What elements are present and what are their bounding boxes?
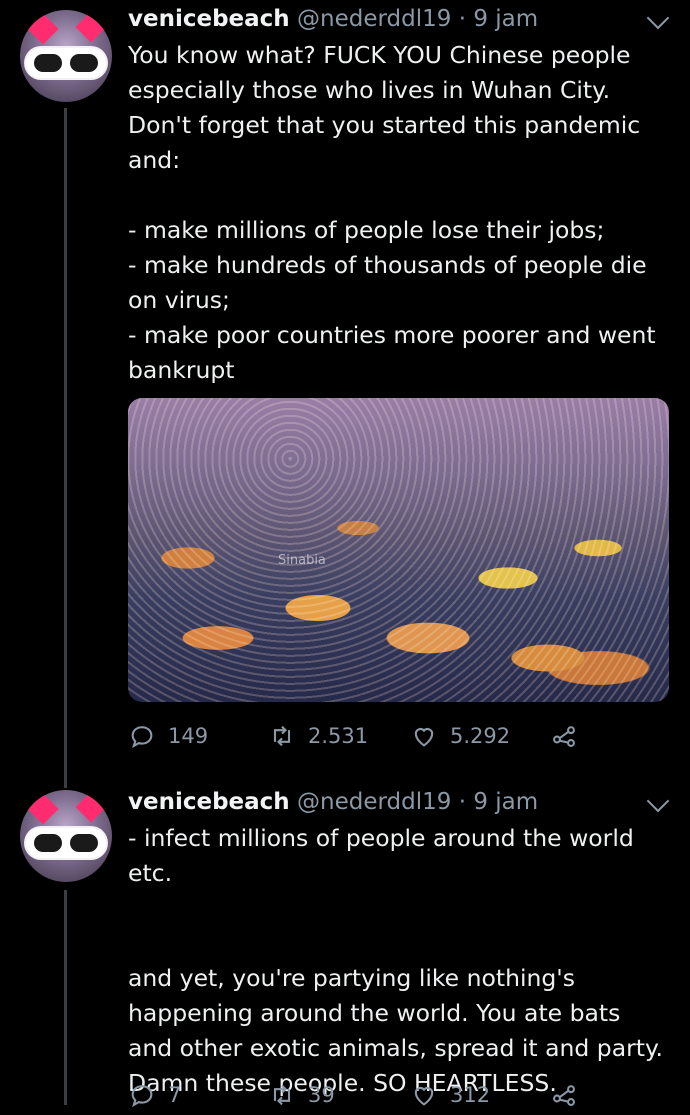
- like-count: 312: [450, 1083, 491, 1107]
- tweet-header: venicebeach @nederddl19 · 9 jam: [128, 4, 666, 34]
- tweet-image[interactable]: Sinabia: [128, 398, 669, 702]
- tweet-content: venicebeach @nederddl19 · 9 jam You know…: [128, 4, 670, 388]
- reply-count: 7: [168, 1083, 182, 1107]
- share-icon: [553, 726, 575, 747]
- like-button[interactable]: 5.292: [410, 722, 510, 750]
- timestamp[interactable]: · 9 jam: [459, 789, 538, 815]
- display-name[interactable]: venicebeach: [128, 6, 290, 32]
- tweet[interactable]: venicebeach @nederddl19 · 9 jam - infect…: [0, 785, 690, 1108]
- avatar[interactable]: [20, 10, 112, 102]
- reply-count: 149: [168, 724, 209, 748]
- retweet-count: 39: [308, 1083, 335, 1107]
- retweet-icon: [273, 725, 291, 747]
- tweet-header: venicebeach @nederddl19 · 9 jam: [128, 787, 666, 817]
- heart-sticker-icon: [27, 13, 59, 45]
- user-handle[interactable]: @nederddl19: [297, 6, 451, 32]
- retweet-count: 2.531: [308, 724, 369, 748]
- display-name[interactable]: venicebeach: [128, 789, 290, 815]
- heart-icon: [414, 728, 434, 747]
- reply-button[interactable]: 149: [128, 722, 208, 750]
- tweet-content: venicebeach @nederddl19 · 9 jam - infect…: [128, 787, 670, 1101]
- share-button[interactable]: [550, 722, 590, 750]
- tweet-actions: 7 39 312: [128, 1081, 669, 1115]
- retweet-button[interactable]: 2.531: [268, 722, 368, 750]
- heart-sticker-icon: [75, 791, 107, 823]
- heart-sticker-icon: [27, 793, 59, 825]
- image-watermark: Sinabia: [278, 553, 326, 568]
- tweet-actions: 149 2.531 5.292: [128, 722, 669, 756]
- avatar[interactable]: [20, 790, 112, 882]
- heart-sticker-icon: [75, 11, 107, 43]
- user-handle[interactable]: @nederddl19: [297, 789, 451, 815]
- tweet-text: - infect millions of people around the w…: [128, 824, 663, 1097]
- sunglasses-icon: [26, 48, 106, 78]
- crowd-texture: [128, 398, 669, 702]
- like-count: 5.292: [450, 724, 511, 748]
- tweet[interactable]: venicebeach @nederddl19 · 9 jam You know…: [0, 0, 690, 770]
- tweet-text: You know what? FUCK YOU Chinese people e…: [128, 41, 656, 384]
- sunglasses-icon: [26, 828, 106, 858]
- reply-icon: [131, 726, 153, 749]
- timestamp[interactable]: · 9 jam: [459, 6, 538, 32]
